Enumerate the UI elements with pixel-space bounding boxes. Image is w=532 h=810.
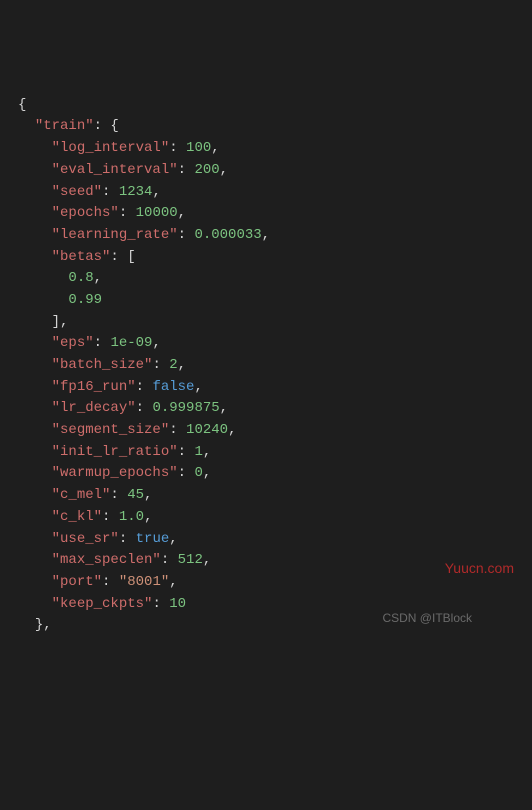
code-line: "eval_interval": 200, xyxy=(18,160,532,182)
code-line: "lr_decay": 0.999875, xyxy=(18,398,532,420)
code-line: "learning_rate": 0.000033, xyxy=(18,225,532,247)
code-line: 0.99 xyxy=(18,290,532,312)
code-line: 0.8, xyxy=(18,268,532,290)
code-line: "eps": 1e-09, xyxy=(18,333,532,355)
code-line: { xyxy=(18,95,532,117)
code-line: "segment_size": 10240, xyxy=(18,420,532,442)
json-code-block: { "train": { "log_interval": 100, "eval_… xyxy=(18,95,532,637)
code-line: ], xyxy=(18,312,532,334)
code-line: "c_kl": 1.0, xyxy=(18,507,532,529)
code-line: "warmup_epochs": 0, xyxy=(18,463,532,485)
code-line: "fp16_run": false, xyxy=(18,377,532,399)
code-line: "batch_size": 2, xyxy=(18,355,532,377)
code-line: "seed": 1234, xyxy=(18,182,532,204)
code-line: "betas": [ xyxy=(18,247,532,269)
code-line: "init_lr_ratio": 1, xyxy=(18,442,532,464)
code-line: "use_sr": true, xyxy=(18,529,532,551)
watermark-csdn: CSDN @ITBlock xyxy=(382,609,472,628)
code-line: "log_interval": 100, xyxy=(18,138,532,160)
code-line: "train": { xyxy=(18,116,532,138)
code-line: "c_mel": 45, xyxy=(18,485,532,507)
watermark-yuucn: Yuucn.com xyxy=(445,558,514,580)
code-line: "epochs": 10000, xyxy=(18,203,532,225)
